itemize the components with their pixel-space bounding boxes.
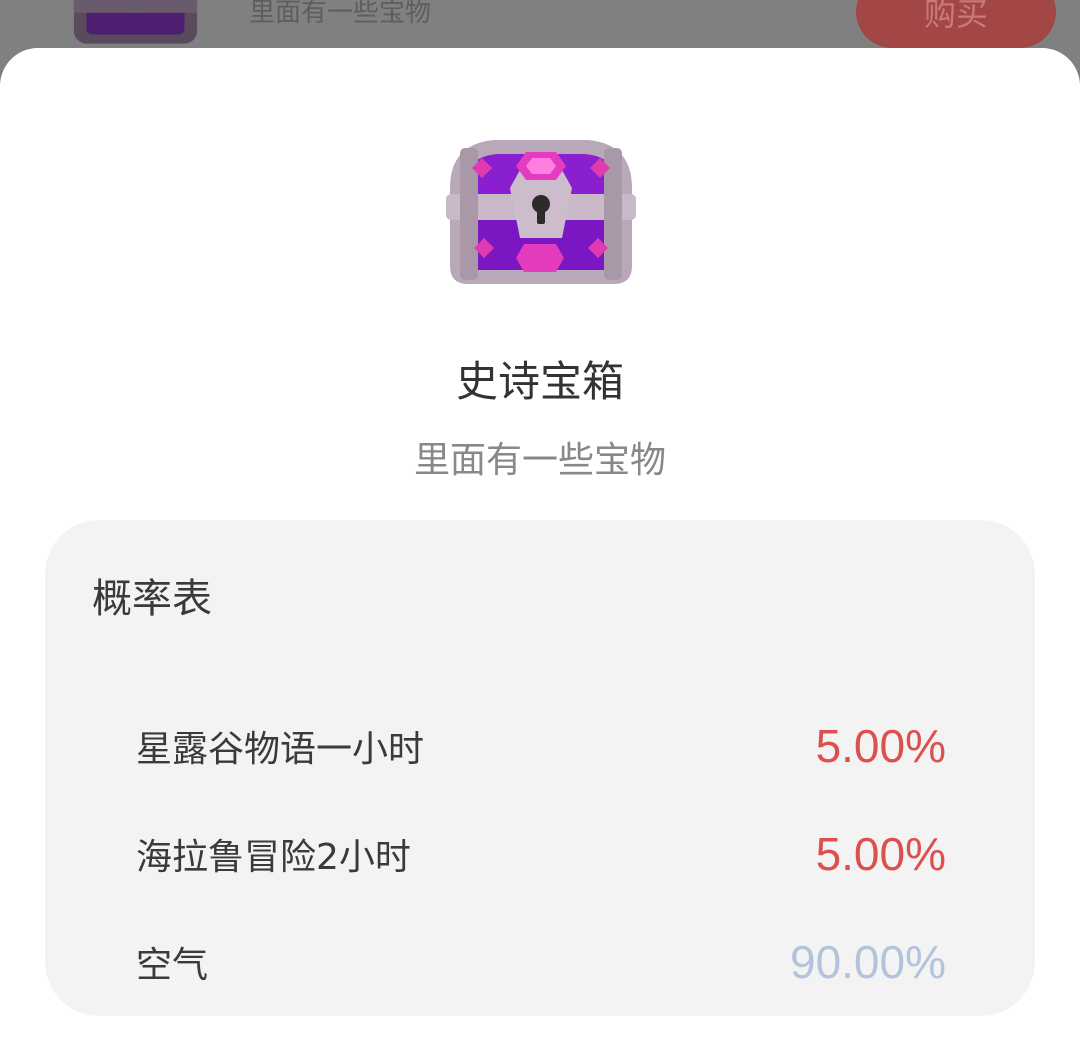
- epic-chest-icon: [73, 0, 198, 44]
- epic-chest-icon: [446, 140, 636, 284]
- item-description: 里面有一些宝物: [413, 440, 666, 481]
- probability-row-name: 空气: [136, 945, 209, 986]
- probability-row: 海拉鲁冒险2小时 5.00%: [136, 824, 946, 884]
- probability-row-name: 海拉鲁冒险2小时: [136, 837, 411, 878]
- background-item-description: 里面有一些宝物: [249, 0, 432, 28]
- probability-table: 概率表 星露谷物语一小时 5.00% 海拉鲁冒险2小时 5.00% 空气 90.…: [45, 520, 1035, 1016]
- buy-button[interactable]: 购买: [856, 0, 1056, 48]
- probability-row: 空气 90.00%: [136, 932, 946, 992]
- probability-row-name: 星露谷物语一小时: [136, 729, 425, 770]
- probability-row-percent: 5.00%: [815, 720, 946, 772]
- item-title: 史诗宝箱: [455, 357, 624, 406]
- probability-row-percent: 5.00%: [815, 828, 946, 880]
- probability-row: 星露谷物语一小时 5.00%: [136, 716, 946, 776]
- probability-table-title: 概率表: [92, 576, 212, 622]
- probability-row-percent: 90.00%: [789, 936, 946, 988]
- item-detail-sheet: 史诗宝箱 里面有一些宝物 概率表 星露谷物语一小时 5.00% 海拉鲁冒险2小时…: [0, 48, 1080, 1061]
